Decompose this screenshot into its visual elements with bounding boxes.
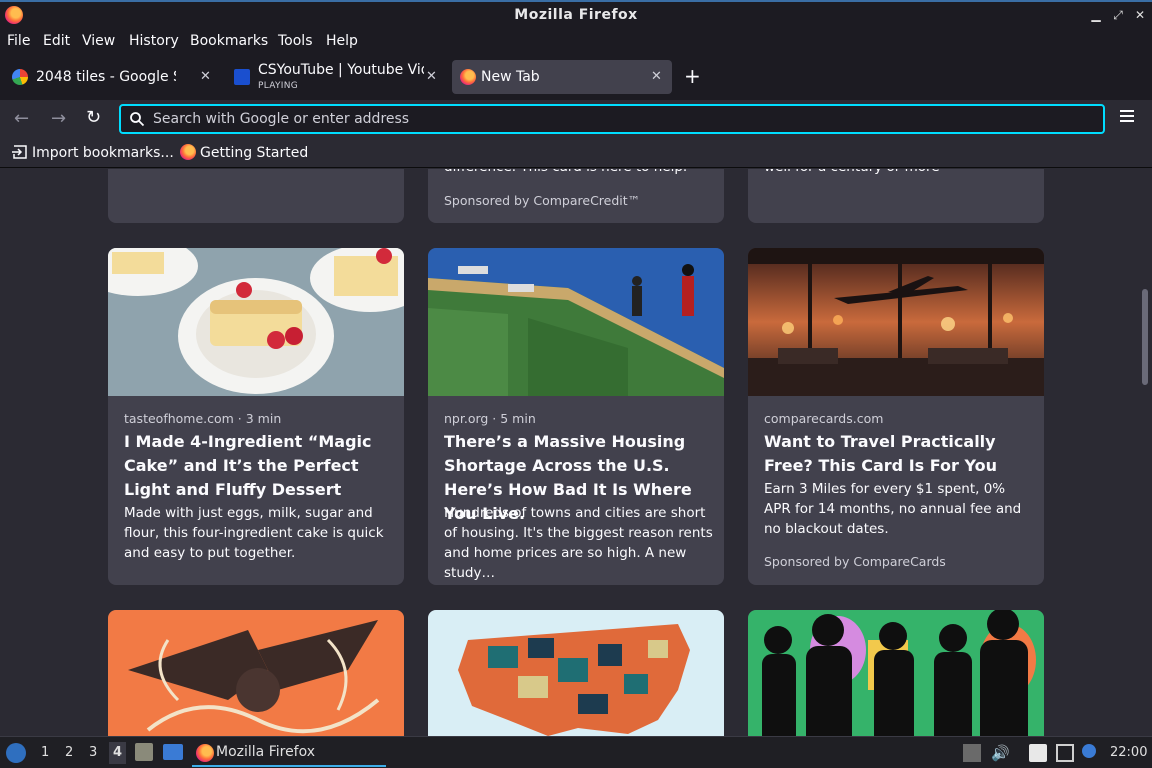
menu-history[interactable]: History [129,33,179,49]
menu-bar: File Edit View History Bookmarks Tools H… [0,30,1152,54]
clipboard-icon[interactable] [1029,744,1047,762]
story-card-housing-shortage[interactable]: npr.org · 5 min There’s a Massive Housin… [428,248,724,585]
card-excerpt: Hundreds of towns and cities are short o… [444,505,713,581]
menu-file[interactable]: File [7,33,30,49]
story-card-magic-cake[interactable]: tasteofhome.com · 3 min I Made 4-Ingredi… [108,248,404,585]
google-favicon-icon [12,69,28,85]
bookmarks-toolbar: Import bookmarks... Getting Started [0,138,1152,168]
story-card-silhouettes[interactable] [748,610,1044,736]
us-map-image [428,610,724,736]
back-arrow-icon[interactable]: ← [14,108,29,129]
card-headline: I Made 4-Ingredient “Magic Cake” and It’… [124,432,372,499]
tray-update-icon[interactable] [963,744,981,762]
card-headline: Want to Travel Practically Free? This Ca… [764,432,997,475]
file-manager-icon[interactable] [135,743,153,761]
maximize-icon[interactable]: ⤢ [1110,7,1126,23]
card-source: comparecards.com [764,411,884,426]
window-title: Mozilla Firefox [514,7,638,23]
window-titlebar: Mozilla Firefox ▁ ⤢ ✕ [0,0,1152,30]
workspace-1[interactable]: 1 [41,745,49,760]
tab-bar: 2048 tiles - Google Search ✕ CSYouTube |… [0,54,1152,100]
new-tab-content: difference. This card is here to help. S… [0,169,1152,736]
navigation-toolbar: ← → ↻ [0,100,1152,138]
tab-csyoutube[interactable]: CSYouTube | Youtube Video Downloader PLA… [226,60,446,94]
menu-tools[interactable]: Tools [278,33,313,49]
firefox-favicon-icon [180,144,196,160]
taskbar-clock: 22:00 [1110,745,1148,760]
airport-plane-image [748,248,1044,396]
story-card-us-map[interactable] [428,610,724,736]
story-card-travel-card[interactable]: comparecards.com Want to Travel Practica… [748,248,1044,585]
card-excerpt: Made with just eggs, milk, sugar and flo… [124,505,384,561]
card-excerpt: well for a century or more [764,169,1034,177]
card-sponsor: Sponsored by CompareCredit™ [444,193,641,208]
silhouettes-image [748,610,1044,736]
search-icon [130,112,145,127]
tab-new-tab[interactable]: New Tab ✕ [452,60,672,94]
bookmark-label: Getting Started [200,145,309,161]
firefox-favicon-icon [460,69,476,85]
desktop-taskbar: 1 2 3 4 Mozilla Firefox 🔊 22:00 [0,736,1152,768]
address-input[interactable] [153,109,1083,129]
bookmark-label: Import bookmarks... [32,145,174,161]
forward-arrow-icon[interactable]: → [51,108,66,129]
volume-icon[interactable]: 🔊 [991,744,1010,762]
hamburger-menu-icon[interactable] [1120,110,1134,122]
story-card-partial[interactable]: well for a century or more [748,169,1044,223]
close-tab-icon[interactable]: ✕ [200,69,211,84]
menu-bookmarks[interactable]: Bookmarks [190,33,268,49]
card-source: npr.org · 5 min [444,411,536,426]
card-source: tasteofhome.com · 3 min [124,411,282,426]
story-card-partial[interactable] [108,169,404,223]
minimize-icon[interactable]: ▁ [1088,7,1104,23]
tab-label: CSYouTube | Youtube Video Downloader [258,62,424,78]
housing-roof-image [428,248,724,396]
firefox-logo-icon [196,744,214,762]
menu-help[interactable]: Help [326,33,358,49]
magic-cake-image [108,248,404,396]
tab-playing-label: PLAYING [258,81,299,91]
card-sponsor: Sponsored by CompareCards [764,554,946,569]
close-window-icon[interactable]: ✕ [1132,7,1148,23]
import-icon [12,145,27,159]
url-bar[interactable] [119,104,1105,134]
taskbar-firefox-button[interactable]: Mozilla Firefox [192,740,386,767]
workspace-4[interactable]: 4 [109,742,127,764]
workspace-2[interactable]: 2 [65,745,73,760]
bird-illustration-image [108,610,404,736]
story-card-bird[interactable] [108,610,404,736]
tab-google-search[interactable]: 2048 tiles - Google Search ✕ [4,60,220,94]
close-tab-icon[interactable]: ✕ [651,69,662,84]
reload-icon[interactable]: ↻ [86,107,101,128]
csyoutube-favicon-icon [234,69,250,85]
bookmark-getting-started[interactable]: Getting Started [180,144,308,161]
show-desktop-icon[interactable] [163,744,183,760]
notification-icon[interactable] [1082,744,1096,758]
tab-label: New Tab [481,69,540,85]
menu-edit[interactable]: Edit [43,33,70,49]
menu-view[interactable]: View [82,33,115,49]
taskbar-app-label: Mozilla Firefox [216,744,316,760]
workspace-3[interactable]: 3 [89,745,97,760]
tab-label: 2048 tiles - Google Search [36,69,176,85]
page-scrollbar[interactable] [1142,289,1148,385]
card-excerpt: Earn 3 Miles for every $1 spent, 0% APR … [764,481,1022,537]
network-icon[interactable] [1056,744,1074,762]
story-card-partial[interactable]: difference. This card is here to help. S… [428,169,724,223]
start-menu-icon[interactable] [6,743,26,763]
close-tab-icon[interactable]: ✕ [426,69,437,84]
bookmark-import[interactable]: Import bookmarks... [12,144,174,161]
card-excerpt: difference. This card is here to help. [444,169,714,177]
new-tab-plus-icon[interactable]: + [684,64,701,88]
